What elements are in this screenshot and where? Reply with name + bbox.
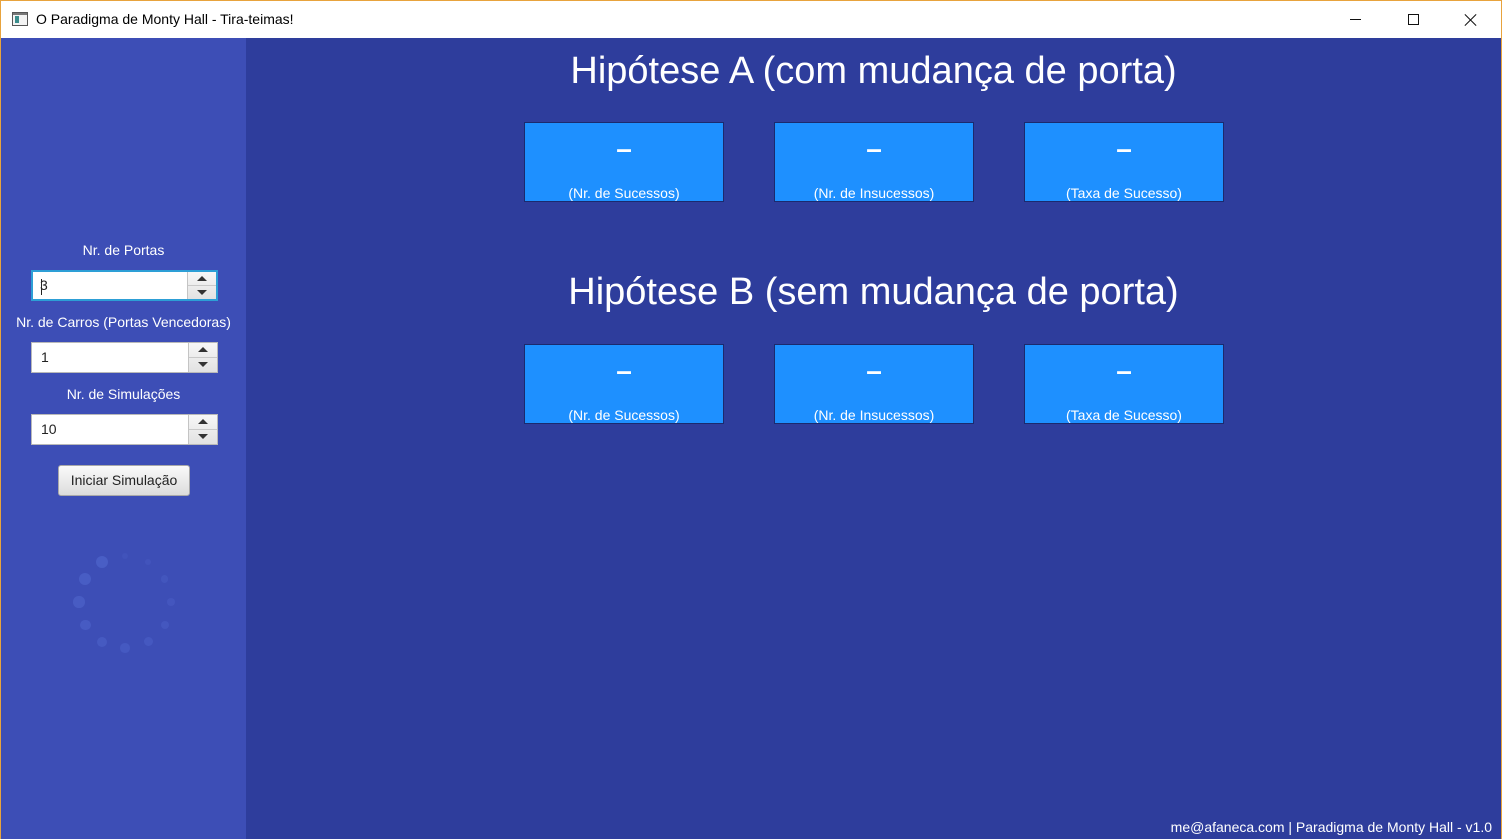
simulations-spinner-buttons: [188, 415, 217, 444]
arrow-up-icon: [198, 347, 208, 353]
cars-decrement-button[interactable]: [189, 358, 217, 373]
start-simulation-button[interactable]: Iniciar Simulação: [58, 465, 190, 496]
spinner-dot: [79, 573, 92, 585]
card-value: –: [616, 133, 632, 164]
hypothesis-b-failures-card: – (Nr. de Insucessos): [774, 344, 974, 424]
maximize-icon: [1407, 14, 1419, 25]
cars-increment-button[interactable]: [189, 343, 217, 358]
card-label: (Taxa de Sucesso): [1066, 185, 1182, 201]
cars-label: Nr. de Carros (Portas Vencedoras): [16, 314, 231, 330]
simulations-input[interactable]: 10: [41, 421, 57, 437]
card-value: –: [1116, 133, 1132, 164]
cars-input[interactable]: 1: [41, 349, 49, 365]
card-value: –: [866, 133, 882, 164]
card-label: (Nr. de Insucessos): [813, 407, 935, 423]
hypothesis-a-successes-card: – (Nr. de Sucessos): [524, 122, 724, 202]
card-label: (Nr. de Insucessos): [813, 185, 935, 201]
hypothesis-a-failures-card: – (Nr. de Insucessos): [774, 122, 974, 202]
hypothesis-a-success-rate-card: – (Taxa de Sucesso): [1024, 122, 1224, 202]
spinner-dot: [96, 636, 108, 647]
hypothesis-b-successes-card: – (Nr. de Sucessos): [524, 344, 724, 424]
arrow-up-icon: [198, 419, 208, 425]
title-bar[interactable]: O Paradigma de Monty Hall - Tira-teimas!: [1, 1, 1501, 38]
card-value: –: [866, 355, 882, 386]
card-value: –: [616, 355, 632, 386]
spinner-dot: [167, 598, 175, 606]
spinner-dot: [161, 575, 169, 583]
doors-spinner-buttons: [187, 272, 216, 299]
card-label: (Taxa de Sucesso): [1066, 407, 1182, 423]
hypothesis-a-title: Hipótese A (com mudança de porta): [570, 50, 1177, 92]
cars-spinner[interactable]: 1: [31, 342, 218, 373]
card-value: –: [1116, 355, 1132, 386]
doors-label: Nr. de Portas: [82, 242, 165, 258]
spinner-dot: [79, 619, 91, 631]
arrow-down-icon: [198, 362, 208, 368]
minimize-button[interactable]: [1326, 1, 1384, 38]
arrow-down-icon: [198, 434, 208, 440]
doors-increment-button[interactable]: [188, 272, 216, 286]
settings-sidebar: Nr. de Portas 3 Nr. de Carros (Portas Ve…: [1, 38, 246, 839]
hypothesis-b-title: Hipótese B (sem mudança de porta): [568, 271, 1179, 313]
close-button[interactable]: [1442, 1, 1500, 38]
doors-decrement-button[interactable]: [188, 286, 216, 300]
cars-spinner-buttons: [188, 343, 217, 372]
simulations-label: Nr. de Simulações: [66, 386, 181, 402]
simulations-increment-button[interactable]: [189, 415, 217, 430]
simulations-decrement-button[interactable]: [189, 430, 217, 445]
doors-input[interactable]: 3: [40, 277, 48, 293]
minimize-icon: [1349, 19, 1361, 20]
maximize-button[interactable]: [1384, 1, 1442, 38]
window-title: O Paradigma de Monty Hall - Tira-teimas!: [36, 11, 294, 27]
simulations-spinner[interactable]: 10: [31, 414, 218, 445]
arrow-up-icon: [197, 275, 207, 281]
card-label: (Nr. de Sucessos): [568, 185, 680, 201]
app-window: O Paradigma de Monty Hall - Tira-teimas!…: [0, 0, 1502, 839]
hypothesis-b-success-rate-card: – (Taxa de Sucesso): [1024, 344, 1224, 424]
arrow-down-icon: [197, 289, 207, 295]
spinner-dot: [120, 643, 130, 653]
footer-credits: me@afaneca.com | Paradigma de Monty Hall…: [1170, 819, 1492, 835]
spinner-dot: [122, 553, 128, 559]
spinner-dot: [144, 558, 152, 566]
results-panel: Hipótese A (com mudança de porta) – (Nr.…: [246, 38, 1501, 839]
close-icon: [1465, 14, 1477, 26]
card-label: (Nr. de Sucessos): [568, 407, 680, 423]
spinner-dot: [73, 596, 85, 608]
spinner-dot: [160, 620, 170, 630]
app-window-icon: [12, 12, 28, 26]
spinner-icon: [69, 546, 181, 658]
spinner-dot: [95, 555, 109, 569]
doors-spinner[interactable]: 3: [31, 270, 218, 301]
spinner-dot: [143, 637, 153, 647]
